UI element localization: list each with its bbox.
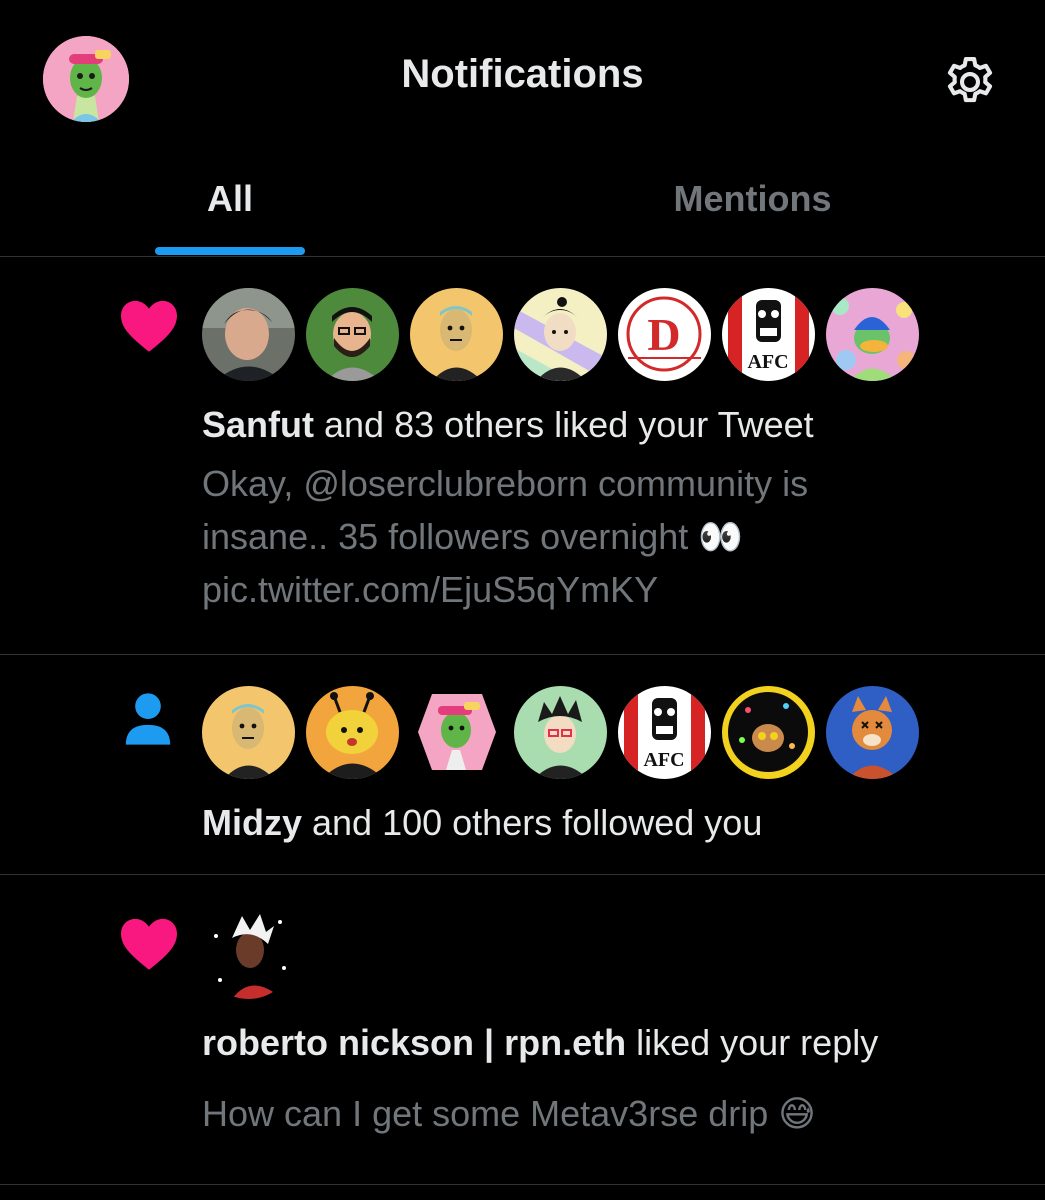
- notification-title: roberto nickson | rpn.eth liked your rep…: [202, 1021, 1002, 1065]
- avatar-row: AFC: [202, 686, 919, 779]
- person-icon: [125, 693, 171, 745]
- reply-preview-text: How can I get some Metav3rse drip 😅: [202, 1093, 816, 1134]
- avatar[interactable]: [722, 686, 815, 779]
- avatar[interactable]: [514, 288, 607, 381]
- avatar[interactable]: AFC: [618, 686, 711, 779]
- avatar[interactable]: [410, 686, 503, 779]
- actor-name[interactable]: Midzy: [202, 802, 302, 843]
- avatar[interactable]: [410, 288, 503, 381]
- tweet-preview-text: Okay, @loserclubreborn community is insa…: [202, 463, 809, 610]
- notification-title: Midzy and 100 others followed you: [202, 801, 1002, 845]
- tab-mentions-label: Mentions: [673, 178, 832, 219]
- notification-like[interactable]: roberto nickson | rpn.eth liked your rep…: [0, 875, 1045, 1185]
- avatar[interactable]: [202, 686, 295, 779]
- notification-action: liked your reply: [626, 1022, 879, 1063]
- actor-name[interactable]: Sanfut: [202, 404, 314, 445]
- avatar[interactable]: D: [618, 288, 711, 381]
- notification-action: and 100 others followed you: [302, 802, 763, 843]
- avatar[interactable]: AFC: [722, 288, 815, 381]
- avatar[interactable]: [826, 288, 919, 381]
- svg-text:AFC: AFC: [643, 749, 684, 771]
- avatar[interactable]: [826, 686, 919, 779]
- avatar[interactable]: [514, 686, 607, 779]
- settings-button[interactable]: [938, 50, 1002, 114]
- heart-icon: [121, 918, 177, 970]
- notification-action: and 83 others liked your Tweet: [314, 404, 814, 445]
- avatar[interactable]: [202, 288, 295, 381]
- avatar[interactable]: [306, 288, 399, 381]
- notification-like[interactable]: D AFC Sanfut and 83 others liked your Tw…: [0, 257, 1045, 655]
- avatar-row: D AFC: [202, 288, 919, 381]
- avatar-row: [202, 906, 295, 999]
- tab-bar: All Mentions: [0, 160, 1045, 257]
- header: Notifications: [0, 0, 1045, 160]
- tab-all[interactable]: All: [0, 160, 460, 256]
- heart-icon: [121, 300, 177, 352]
- svg-text:D: D: [647, 309, 680, 360]
- gear-icon: [947, 56, 993, 103]
- svg-text:AFC: AFC: [747, 351, 788, 373]
- tab-all-label: All: [206, 178, 253, 219]
- notification-follow[interactable]: AFC Midzy and 100 others followed you: [0, 655, 1045, 875]
- avatar[interactable]: [306, 686, 399, 779]
- actor-name[interactable]: roberto nickson | rpn.eth: [202, 1022, 626, 1063]
- tab-mentions[interactable]: Mentions: [460, 160, 1045, 256]
- notification-title: Sanfut and 83 others liked your Tweet: [202, 403, 1002, 447]
- active-tab-indicator: [155, 247, 305, 255]
- avatar[interactable]: [202, 906, 295, 999]
- page-title: Notifications: [401, 52, 644, 96]
